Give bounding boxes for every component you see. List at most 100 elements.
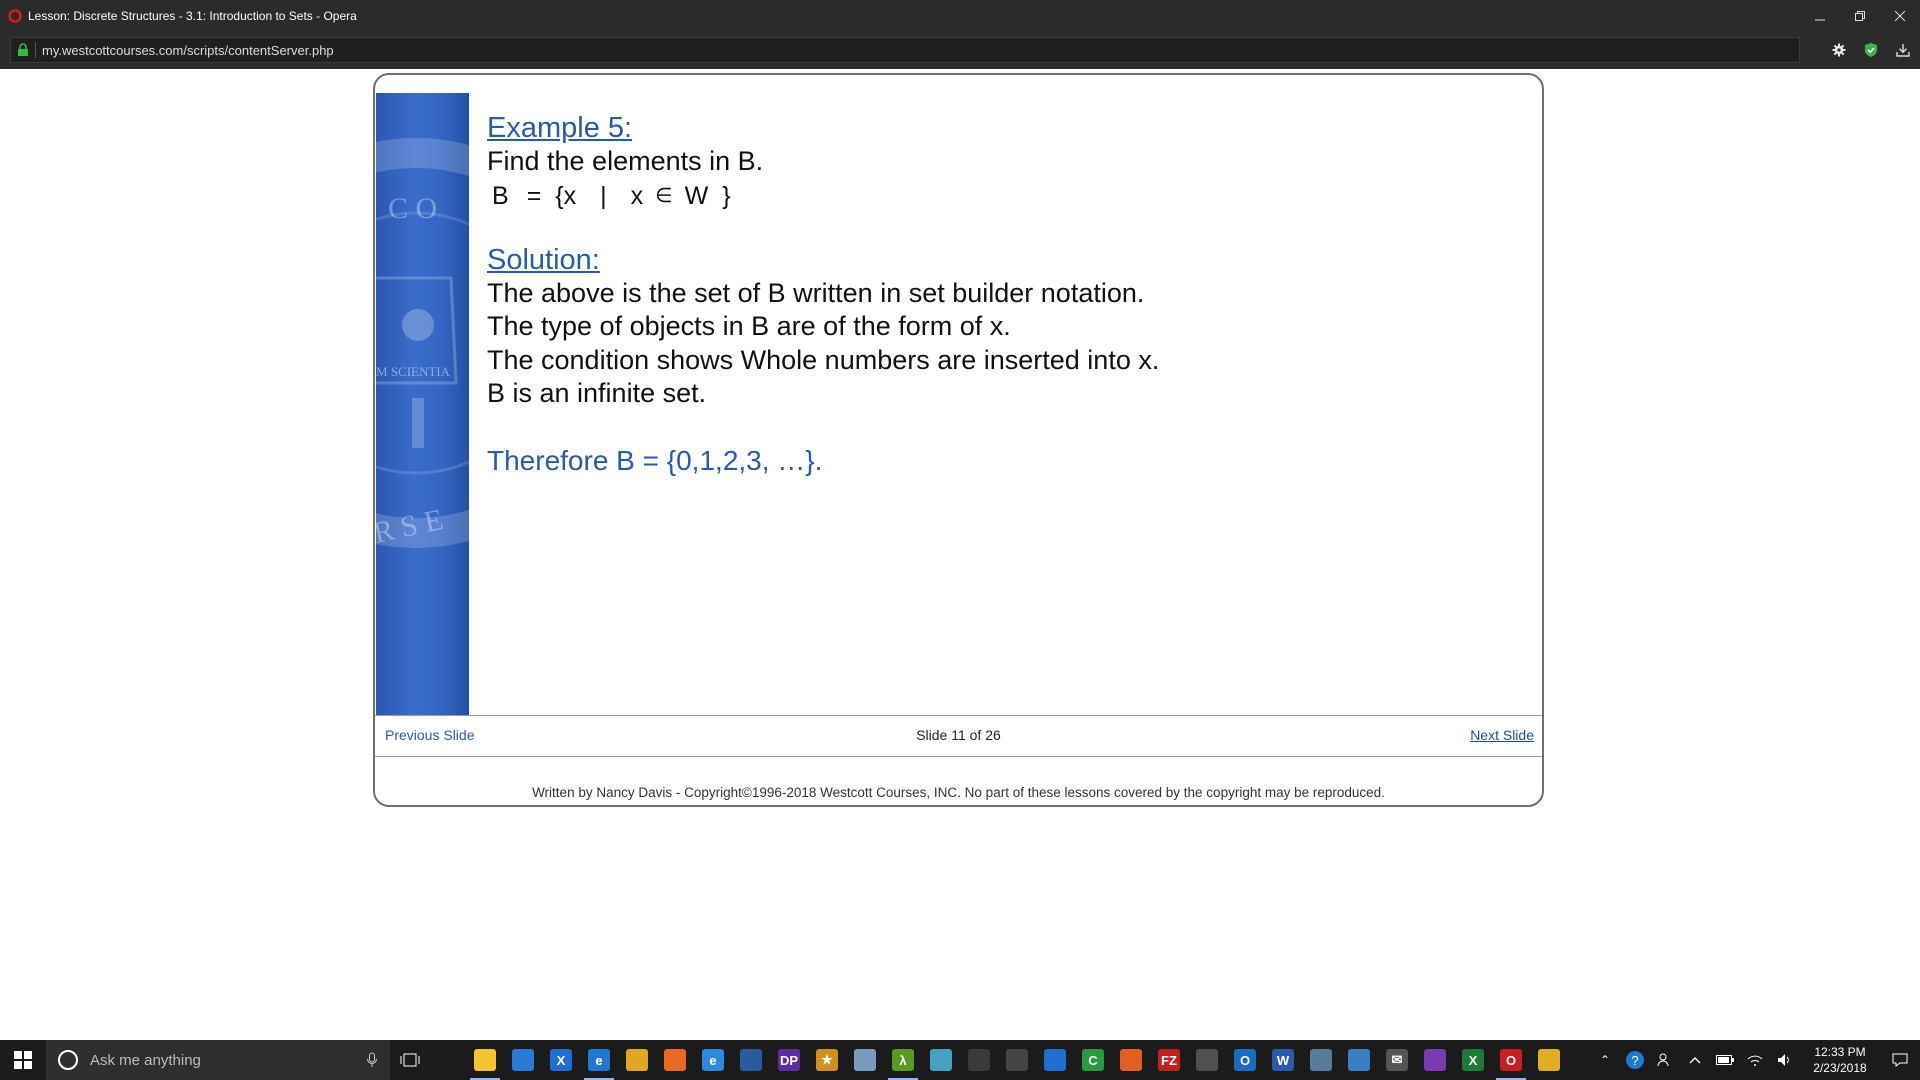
taskbar-app[interactable] — [618, 1040, 656, 1080]
slide-side-band: C O M SCIENTIA R S E — [376, 93, 469, 715]
taskbar-app[interactable] — [1112, 1040, 1150, 1080]
taskbar-app[interactable] — [960, 1040, 998, 1080]
clock-date: 2/23/2018 — [1813, 1061, 1867, 1075]
set-builder-formula: B = { x | x ∈ W } — [487, 179, 1159, 213]
conclusion: Therefore B = {0,1,2,3, …}. — [487, 444, 823, 476]
battery-icon[interactable] — [1710, 1040, 1740, 1080]
store-icon — [512, 1049, 534, 1071]
taskbar-app[interactable]: e — [694, 1040, 732, 1080]
taskbar-app[interactable] — [998, 1040, 1036, 1080]
solution-line: The condition shows Whole numbers are in… — [487, 344, 1160, 375]
copyright-footer: Written by Nancy Davis - Copyright©1996-… — [532, 785, 1385, 800]
search-placeholder: Ask me anything — [90, 1051, 201, 1069]
pinned-apps: Xe e DP ★ λ C FZ O W ✉ X O — [466, 1040, 1568, 1080]
taskbar-app[interactable] — [1036, 1040, 1074, 1080]
clock[interactable]: 12:33 PM 2/23/2018 — [1800, 1044, 1880, 1076]
taskbar-app[interactable] — [1530, 1040, 1568, 1080]
college-seal-watermark: C O M SCIENTIA R S E — [376, 138, 469, 550]
taskbar-app[interactable]: e — [580, 1040, 618, 1080]
slide-navigation: Previous Slide Slide 11 of 26 Next Slide — [375, 715, 1542, 757]
taskbar-app[interactable] — [1340, 1040, 1378, 1080]
formula-variable: x — [563, 181, 577, 210]
taskbar-app[interactable]: O — [1492, 1040, 1530, 1080]
wifi-icon[interactable] — [1740, 1040, 1770, 1080]
powershell-icon — [740, 1049, 762, 1071]
system-tray: ⌃ ? 12:33 PM 2/23/2018 — [1590, 1040, 1920, 1080]
lambda-icon: λ — [892, 1049, 914, 1071]
task-view-icon — [400, 1053, 420, 1067]
slide: C O M SCIENTIA R S E Example 5: Find the… — [375, 93, 1542, 715]
help-icon[interactable]: ? — [1620, 1040, 1650, 1080]
formula-element-of: ∈ — [655, 184, 673, 207]
calculator-icon — [1006, 1049, 1028, 1071]
taskbar-app[interactable] — [504, 1040, 542, 1080]
address-bar: my.westcottcourses.com/scripts/contentSe… — [0, 31, 1920, 69]
taskbar-app[interactable] — [1302, 1040, 1340, 1080]
paint-icon — [854, 1049, 876, 1071]
taskbar-app[interactable] — [922, 1040, 960, 1080]
word-icon: W — [1272, 1049, 1294, 1071]
solution-line: The above is the set of B written in set… — [487, 277, 1145, 308]
taskbar-app[interactable] — [732, 1040, 770, 1080]
taskbar-app[interactable]: X — [1454, 1040, 1492, 1080]
filezilla-icon: FZ — [1158, 1049, 1180, 1071]
slide-content: Example 5: Find the elements in B. B = {… — [487, 111, 1159, 478]
lock-icon — [18, 43, 28, 56]
svg-text:M SCIENTIA: M SCIENTIA — [376, 364, 451, 379]
windows-logo-icon — [14, 1051, 32, 1069]
download-button[interactable] — [1892, 39, 1914, 61]
task-view-button[interactable] — [400, 1050, 420, 1075]
star-app-icon: ★ — [816, 1049, 838, 1071]
edge-icon: e — [588, 1049, 610, 1071]
visual-studio-x-icon: X — [550, 1049, 572, 1071]
cortana-icon — [58, 1050, 78, 1070]
taskbar-app[interactable]: X — [542, 1040, 580, 1080]
mail-icon: ✉ — [1386, 1049, 1408, 1071]
excel-icon: X — [1462, 1049, 1484, 1071]
url-field[interactable]: my.westcottcourses.com/scripts/contentSe… — [10, 37, 1800, 63]
taskbar-app[interactable] — [1416, 1040, 1454, 1080]
taskbar-app[interactable]: O — [1226, 1040, 1264, 1080]
download-icon — [1896, 44, 1910, 57]
solution-line: The type of objects in B are of the form… — [487, 311, 1011, 341]
start-button[interactable] — [0, 1040, 46, 1080]
show-hidden-icons-icon[interactable] — [1680, 1040, 1710, 1080]
settings-button[interactable] — [1828, 39, 1850, 61]
cortana-search-box[interactable]: Ask me anything — [46, 1040, 390, 1080]
network-icon — [1310, 1049, 1332, 1071]
microphone-icon[interactable] — [366, 1052, 378, 1068]
next-slide-link[interactable]: Next Slide — [1470, 727, 1534, 743]
close-button[interactable] — [1880, 0, 1920, 31]
minimize-button[interactable] — [1800, 0, 1840, 31]
taskbar-app[interactable]: DP — [770, 1040, 808, 1080]
formula-universe: W — [684, 181, 709, 210]
outlook-icon: O — [1234, 1049, 1256, 1071]
taskbar-app[interactable]: ★ — [808, 1040, 846, 1080]
taskbar-app[interactable]: C — [1074, 1040, 1112, 1080]
xampp-icon — [1120, 1049, 1142, 1071]
people-icon[interactable] — [1650, 1040, 1680, 1080]
teamviewer-icon — [1044, 1049, 1066, 1071]
taskbar: Ask me anything Xe e DP ★ λ C FZ O W ✉ X O ⌃ ? — [0, 1040, 1920, 1080]
terminal-icon — [1196, 1049, 1218, 1071]
taskbar-app[interactable] — [846, 1040, 884, 1080]
dp-icon: DP — [778, 1049, 800, 1071]
taskbar-app[interactable]: W — [1264, 1040, 1302, 1080]
lesson-frame: C O M SCIENTIA R S E Example 5: Find the… — [373, 73, 1544, 807]
notes-icon — [930, 1049, 952, 1071]
file-explorer-icon — [474, 1049, 496, 1071]
url-text: my.westcottcourses.com/scripts/contentSe… — [42, 42, 334, 58]
taskbar-app[interactable] — [656, 1040, 694, 1080]
taskbar-app[interactable] — [1188, 1040, 1226, 1080]
taskbar-app[interactable]: λ — [884, 1040, 922, 1080]
taskbar-app[interactable]: FZ — [1150, 1040, 1188, 1080]
restore-button[interactable] — [1840, 0, 1880, 31]
url-separator — [35, 42, 36, 58]
vpn-shield-button[interactable] — [1860, 39, 1882, 61]
tray-chevron-up-icon[interactable]: ⌃ — [1590, 1040, 1620, 1080]
volume-icon[interactable] — [1770, 1040, 1800, 1080]
page-viewport: C O M SCIENTIA R S E Example 5: Find the… — [0, 69, 1920, 1040]
taskbar-app[interactable]: ✉ — [1378, 1040, 1416, 1080]
action-center-icon[interactable] — [1880, 1040, 1920, 1080]
taskbar-app[interactable] — [466, 1040, 504, 1080]
